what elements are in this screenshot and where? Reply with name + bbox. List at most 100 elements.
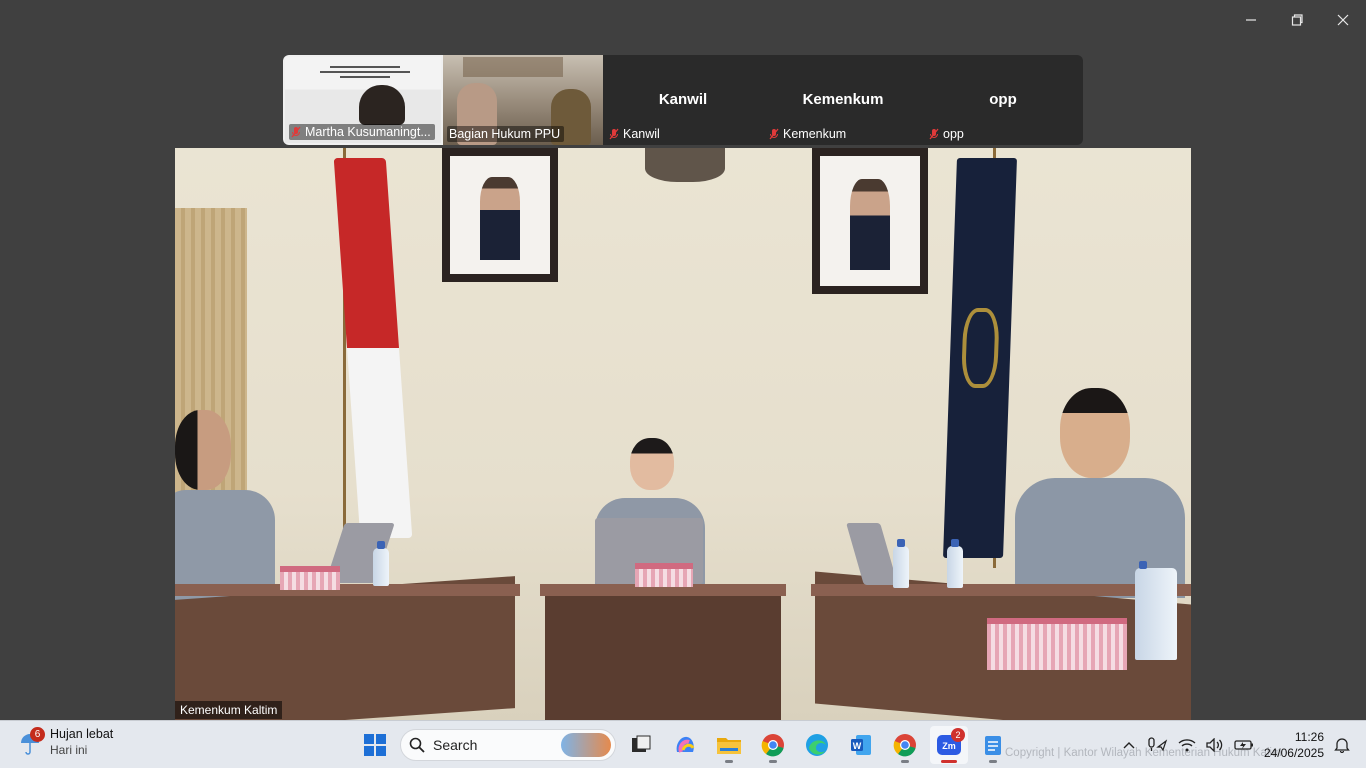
participant-name-tag: Martha Kusumaningt... bbox=[289, 124, 435, 140]
task-view-icon bbox=[632, 735, 651, 752]
edge-icon bbox=[806, 734, 828, 756]
location-mic-button[interactable] bbox=[1146, 737, 1168, 753]
wall-emblem bbox=[645, 148, 725, 182]
minimize-icon bbox=[1246, 19, 1256, 21]
tissue-box bbox=[635, 563, 693, 587]
microphone-location-icon bbox=[1148, 737, 1168, 752]
clock-date: 24/06/2025 bbox=[1263, 746, 1324, 760]
participant-name: Martha Kusumaningt... bbox=[305, 125, 431, 139]
participant-name: Bagian Hukum PPU bbox=[449, 127, 561, 141]
portrait-frame bbox=[812, 148, 928, 294]
weather-condition: Hujan lebat bbox=[50, 727, 114, 741]
participant-video bbox=[359, 85, 405, 125]
speaker-icon bbox=[1206, 738, 1223, 752]
chrome-icon bbox=[761, 734, 784, 757]
water-bottle bbox=[893, 539, 909, 588]
clock[interactable]: 11:26 24/06/2025 bbox=[1264, 729, 1324, 761]
edge-button[interactable] bbox=[798, 726, 836, 764]
participant-tile[interactable]: Bagian Hukum PPU bbox=[443, 55, 603, 145]
person bbox=[1015, 388, 1185, 598]
taskbar-search[interactable]: Search bbox=[400, 729, 616, 761]
folder-icon bbox=[717, 738, 741, 754]
windows-logo-icon bbox=[364, 734, 386, 756]
restore-button[interactable] bbox=[1274, 0, 1320, 40]
speaker-name-label: Kemenkum Kaltim bbox=[175, 701, 283, 719]
participant-name-tag: opp bbox=[927, 126, 968, 142]
portrait-frame bbox=[442, 148, 558, 282]
participant-name: Kanwil bbox=[623, 127, 660, 141]
battery-charging-icon bbox=[1234, 740, 1253, 750]
mic-muted-icon bbox=[769, 128, 779, 140]
clock-time: 11:26 bbox=[1294, 730, 1324, 744]
background-shelf bbox=[463, 57, 563, 77]
shared-slide-thumbnail bbox=[305, 63, 425, 83]
rain-umbrella-icon: 6 bbox=[18, 727, 45, 756]
notepad-icon bbox=[985, 736, 1001, 755]
start-button[interactable] bbox=[356, 726, 394, 764]
chrome-button[interactable] bbox=[886, 726, 924, 764]
system-tray: 11:26 24/06/2025 bbox=[1122, 721, 1350, 768]
bell-icon bbox=[1334, 738, 1350, 753]
mic-muted-icon bbox=[291, 126, 301, 138]
svg-text:Zm: Zm bbox=[942, 741, 956, 751]
minimize-button[interactable] bbox=[1228, 0, 1274, 40]
network-button[interactable] bbox=[1178, 738, 1196, 752]
participant-name: opp bbox=[943, 127, 964, 141]
word-icon: W bbox=[851, 735, 871, 755]
person bbox=[175, 410, 275, 600]
window-controls bbox=[1228, 0, 1366, 40]
conference-table bbox=[175, 576, 515, 720]
word-button[interactable]: W bbox=[842, 726, 880, 764]
participant-avatar-name: opp bbox=[989, 91, 1017, 108]
notifications-button[interactable] bbox=[1334, 737, 1350, 753]
main-speaker-video[interactable]: Kemenkum Kaltim bbox=[175, 148, 1191, 720]
mic-muted-icon bbox=[929, 128, 939, 140]
participant-avatar-name: Kemenkum bbox=[802, 91, 884, 108]
participant-strip: Martha Kusumaningt... Bagian Hukum PPU K… bbox=[283, 55, 1083, 145]
participant-tile[interactable]: Martha Kusumaningt... bbox=[283, 55, 443, 145]
taskbar-apps: Search W Zm 2 bbox=[356, 725, 1012, 765]
participant-name-tag: Kemenkum bbox=[767, 126, 850, 142]
svg-text:W: W bbox=[853, 741, 862, 751]
volume-button[interactable] bbox=[1206, 738, 1224, 752]
tabletop-edge bbox=[811, 584, 1191, 596]
participant-avatar-name: Kanwil bbox=[658, 91, 708, 108]
task-view-button[interactable] bbox=[622, 726, 660, 764]
weather-widget[interactable]: 6 Hujan lebat Hari ini bbox=[18, 727, 113, 757]
battery-button[interactable] bbox=[1234, 739, 1254, 751]
restore-icon bbox=[1291, 14, 1303, 26]
weather-text: Hujan lebat Hari ini bbox=[50, 727, 113, 757]
zoom-button[interactable]: Zm 2 bbox=[930, 726, 968, 764]
close-icon bbox=[1337, 14, 1349, 26]
weather-day: Hari ini bbox=[50, 743, 88, 757]
flag bbox=[943, 158, 1017, 558]
notification-badge: 2 bbox=[951, 728, 965, 742]
participant-tile[interactable]: Kanwil Kanwil bbox=[603, 55, 763, 145]
running-indicator bbox=[901, 760, 909, 763]
file-explorer-button[interactable] bbox=[710, 726, 748, 764]
weather-badge: 6 bbox=[30, 727, 45, 742]
show-hidden-icons-button[interactable] bbox=[1122, 740, 1136, 750]
running-indicator bbox=[989, 760, 997, 763]
close-button[interactable] bbox=[1320, 0, 1366, 40]
participant-name: Kemenkum bbox=[783, 127, 847, 141]
participant-tile[interactable]: opp opp bbox=[923, 55, 1083, 145]
search-label: Search bbox=[433, 737, 478, 753]
search-icon bbox=[409, 737, 425, 753]
participant-name-tag: Bagian Hukum PPU bbox=[447, 126, 565, 142]
participant-tile[interactable]: Kemenkum Kemenkum bbox=[763, 55, 923, 145]
running-indicator bbox=[941, 760, 957, 763]
mic-muted-icon bbox=[609, 128, 619, 140]
running-indicator bbox=[725, 760, 733, 763]
running-indicator bbox=[769, 760, 777, 763]
copilot-icon bbox=[676, 736, 695, 753]
water-bottle bbox=[947, 539, 963, 588]
search-highlight-art bbox=[561, 733, 611, 757]
chrome-profile-button[interactable] bbox=[754, 726, 792, 764]
tissue-box bbox=[280, 566, 340, 590]
taskbar: 6 Hujan lebat Hari ini Search W Zm 2 Cop… bbox=[0, 720, 1366, 768]
conference-table bbox=[545, 588, 781, 720]
copilot-button[interactable] bbox=[666, 726, 704, 764]
wifi-icon bbox=[1178, 739, 1196, 752]
participant-name-tag: Kanwil bbox=[607, 126, 664, 142]
